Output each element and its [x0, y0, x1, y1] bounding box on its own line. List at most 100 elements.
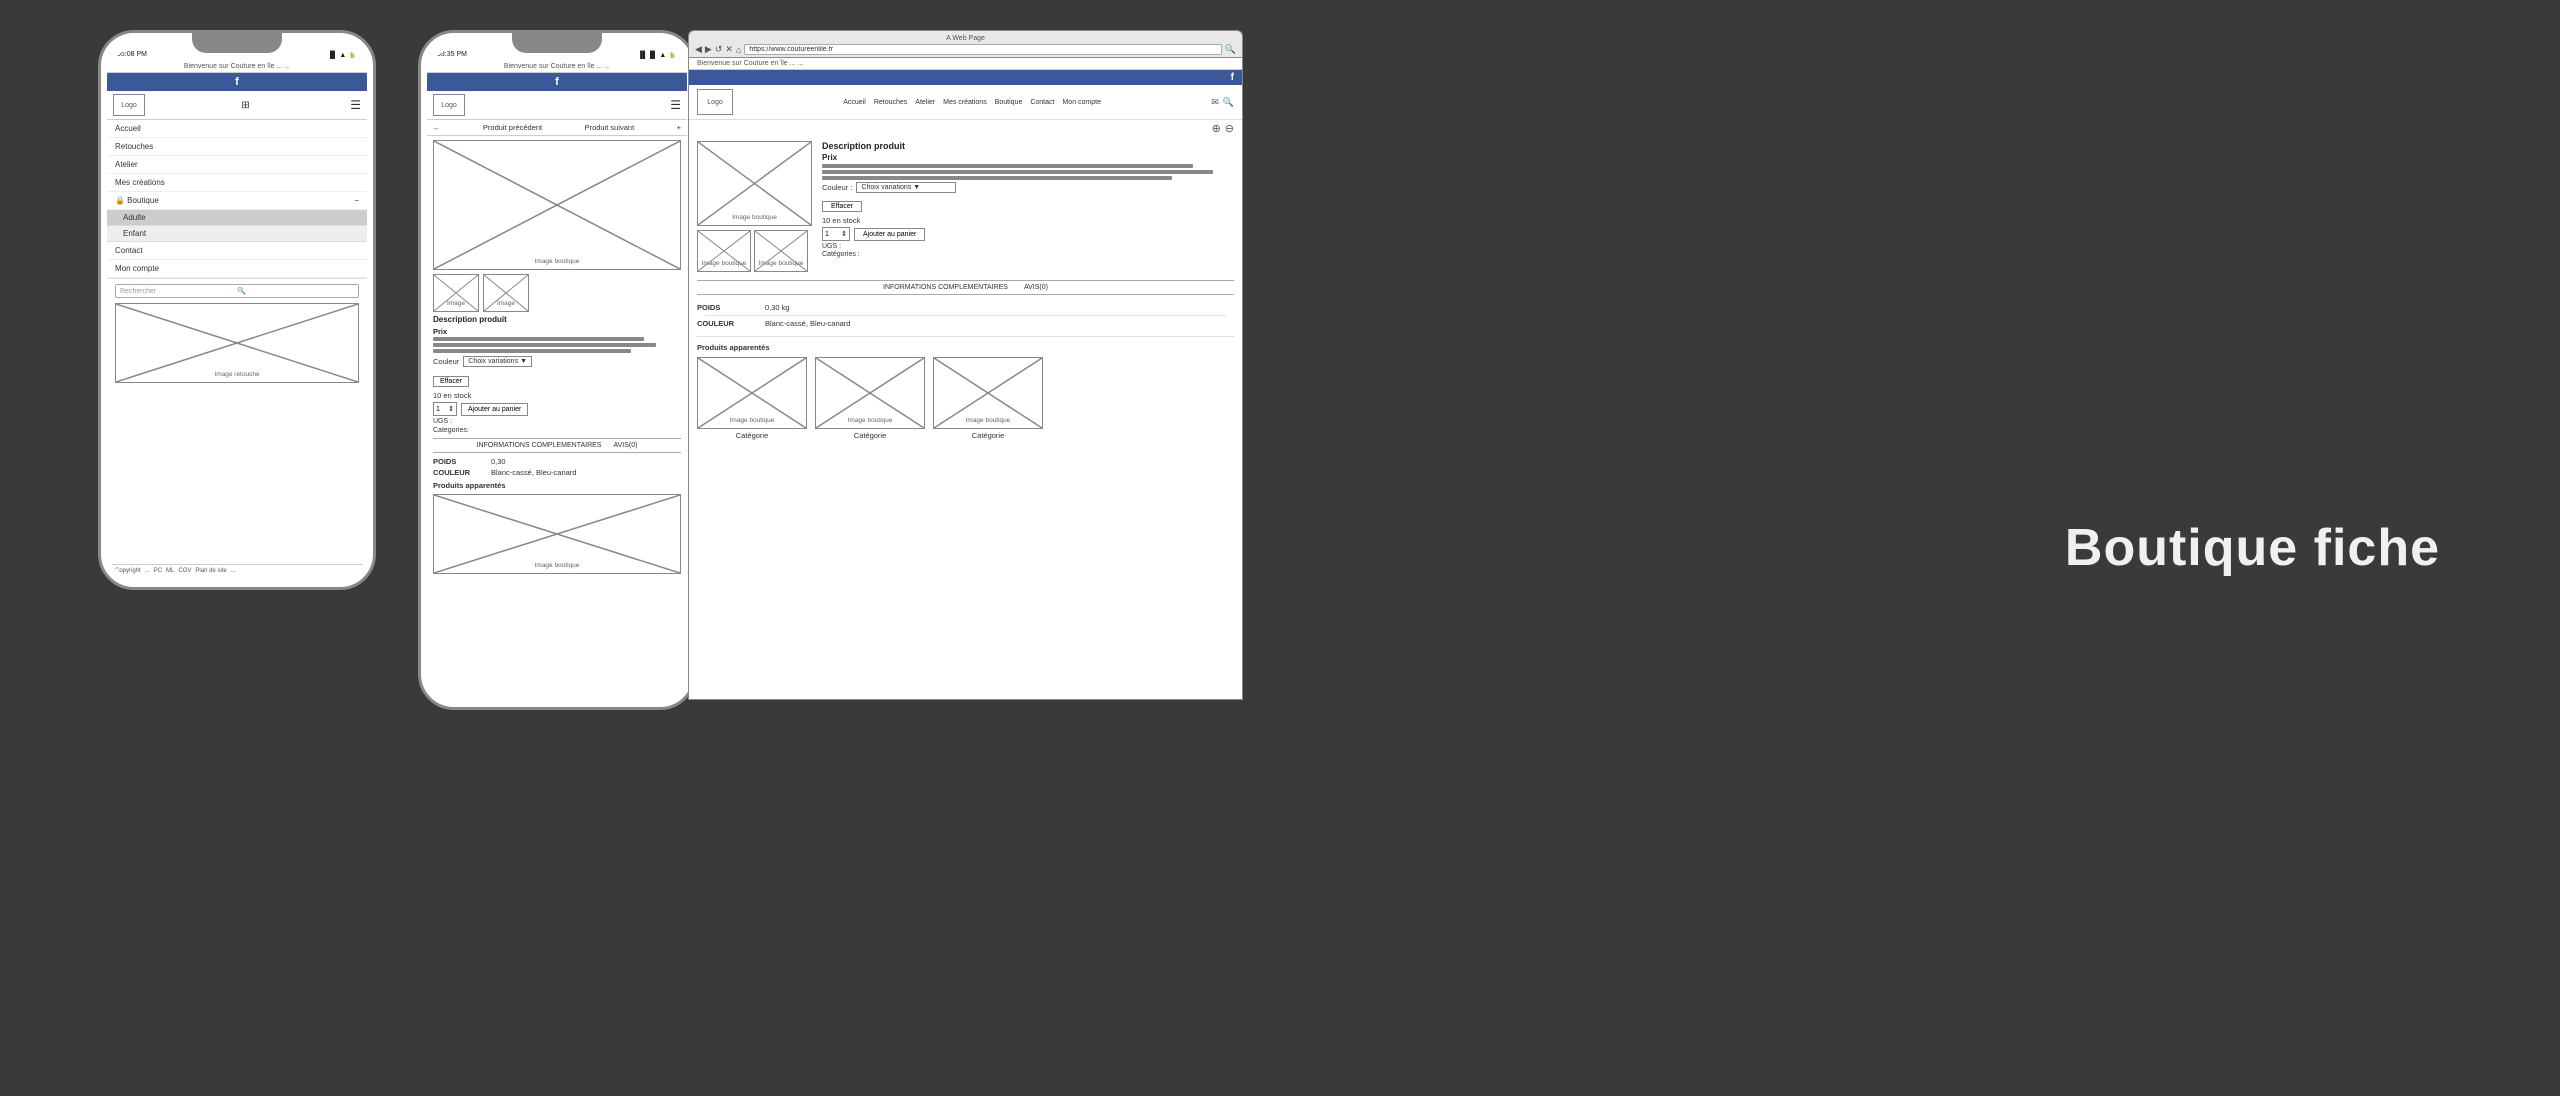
browser-poids-value: 0,30 kg — [765, 303, 790, 312]
phone2-categories: Categories: — [433, 427, 681, 434]
browser-zoom-out-icon[interactable]: ⊖ — [1225, 122, 1234, 135]
browser-couleur-row2: COULEUR Blanc-cassé, Bleu-canard — [697, 319, 1234, 328]
phone2-couleur-select-text: Choix variations — [468, 358, 518, 365]
phone1-nav-boutique[interactable]: 🔒 Boutique − — [107, 192, 367, 210]
phone2-next-label[interactable]: Produit suivant — [585, 123, 635, 132]
phone2-price-text — [433, 337, 681, 353]
phone2-prev-label[interactable]: Produit précédent — [483, 123, 542, 132]
phone2-fb-icon: f — [555, 76, 559, 88]
phone2-add-cart-btn[interactable]: Ajouter au panier — [461, 403, 528, 416]
browser-stock: 10 en stock — [822, 216, 1234, 225]
browser-reload-btn[interactable]: ↺ — [715, 44, 723, 55]
browser-couleur-select[interactable]: Choix variations ▼ — [856, 182, 956, 193]
phone2-banner: Bienvenue sur Couture en île ... ... — [427, 61, 687, 73]
phone1-footer-cgv[interactable]: CGV — [178, 568, 191, 574]
browser-produit-item2: Image boutique Catégorie — [815, 357, 925, 440]
phone1-retouche-image: Image retouche — [115, 303, 359, 383]
browser-search-icon[interactable]: 🔍 — [1223, 97, 1234, 108]
phone2-fb-bar: f — [427, 73, 687, 91]
phone1-nav-accueil[interactable]: Accueil — [107, 120, 367, 138]
browser-nav-mon-compte[interactable]: Mon compte — [1062, 99, 1101, 106]
phone1-nav-atelier[interactable]: Atelier — [107, 156, 367, 174]
browser-chrome: A Web Page ◀ ▶ ↺ ✕ ⌂ 🔍 — [688, 30, 1243, 58]
browser-qty-spinner: ⇕ — [841, 230, 847, 238]
browser-page-banner-text: Bienvenue sur Couture en île ... ... — [697, 60, 803, 67]
phone2-couleur-value2: Blanc-cassé, Bleu-canard — [491, 468, 576, 477]
phone2-next-icon[interactable]: + — [677, 123, 681, 132]
browser-close-btn[interactable]: ✕ — [725, 44, 733, 55]
browser-produits-title: Produits apparentés — [689, 341, 1242, 354]
browser-back-btn[interactable]: ◀ — [695, 44, 702, 55]
browser-nav-boutique[interactable]: Boutique — [995, 99, 1023, 106]
phone1-banner: Bienvenue sur Couture en île ... ... — [107, 61, 367, 73]
browser-controls: ◀ ▶ ↺ ✕ ⌂ 🔍 — [695, 44, 1236, 55]
phone2-hamburger-icon[interactable]: ☰ — [670, 98, 681, 112]
phone2-notch — [512, 33, 602, 53]
phone2-thumb-row: Image Image — [433, 274, 681, 312]
phone1-nav: Accueil Retouches Atelier Mes créations … — [107, 120, 367, 279]
phone2-ugs: UGS : — [433, 418, 681, 425]
browser-produits-row: Image boutique Catégorie Image boutique … — [689, 354, 1242, 443]
phone2-product-nav: ← Produit précédent Produit suivant + — [427, 120, 687, 136]
browser-add-cart-btn[interactable]: Ajouter au panier — [854, 228, 925, 241]
phone1-nav-mon-compte[interactable]: Mon compte — [107, 260, 367, 278]
browser-poids-row: POIDS 0,30 kg — [697, 303, 1234, 312]
phone1-nav-retouches[interactable]: Retouches — [107, 138, 367, 156]
phone2-thumb1: Image — [433, 274, 479, 312]
browser-page-fb: f — [689, 70, 1242, 85]
phone1-nav-mes-creations[interactable]: Mes créations — [107, 174, 367, 192]
phone1-container: 05:08 PM ▐▌ ▲ 🔋 Bienvenue sur Couture en… — [98, 30, 376, 590]
browser-produit-img3: Image boutique — [933, 357, 1043, 429]
phone2-prev-icon[interactable]: ← — [433, 123, 441, 132]
phone2-qty-box[interactable]: 1 ⇕ — [433, 402, 457, 416]
phone1-nav-contact[interactable]: Contact — [107, 242, 367, 260]
phone2-couleur-label: Couleur — [433, 357, 459, 366]
browser-mail-icon[interactable]: ✉ — [1211, 97, 1219, 108]
phone2-couleur-dropdown-icon: ▼ — [520, 358, 527, 365]
phone2-couleur-row: Couleur Choix variations ▼ — [433, 356, 681, 367]
browser-nav-contact[interactable]: Contact — [1030, 99, 1054, 106]
browser-nav-accueil[interactable]: Accueil — [843, 99, 866, 106]
browser-categories: Catégories : — [822, 251, 1234, 258]
browser-effacer-btn[interactable]: Effacer — [822, 201, 862, 212]
phone2-panier-row: 1 ⇕ Ajouter au panier — [433, 402, 681, 416]
phone2-couleur-select[interactable]: Choix variations ▼ — [463, 356, 532, 367]
phone1-footer-ml[interactable]: ML — [166, 568, 174, 574]
phone1-nav-enfant[interactable]: Enfant — [107, 226, 367, 242]
browser-panier-row: 1 ⇕ Ajouter au panier — [822, 227, 1234, 241]
browser-info-comp-label[interactable]: INFORMATIONS COMPLEMENTAIRES — [883, 284, 1008, 291]
browser-main-img: Image boutique — [697, 141, 812, 226]
browser-couleur-row: Couleur : Choix variations ▼ — [822, 182, 1234, 193]
phone1-fb-icon: f — [235, 76, 239, 88]
browser-nav-mes-creations[interactable]: Mes créations — [943, 99, 987, 106]
browser-url-bar[interactable] — [744, 44, 1221, 55]
browser-categorie3: Catégorie — [972, 431, 1005, 440]
browser-avis-label[interactable]: AVIS(0) — [1024, 284, 1048, 291]
browser-home-btn[interactable]: ⌂ — [736, 45, 741, 55]
browser-qty-box[interactable]: 1 ⇕ — [822, 227, 850, 241]
phone1-status-icons: ▐▌ ▲ 🔋 — [328, 51, 357, 59]
phone2-avis-label[interactable]: AVIS(0) — [613, 442, 637, 449]
browser-nav-retouches[interactable]: Retouches — [874, 99, 907, 106]
phone2-effacer-btn[interactable]: Effacer — [433, 376, 469, 387]
phone2-main-image-cross — [434, 141, 680, 269]
phone1-hamburger-icon[interactable]: ☰ — [350, 98, 361, 112]
browser-divider2 — [697, 336, 1234, 337]
phone1-footer-pc[interactable]: PC — [154, 568, 162, 574]
phone1-search[interactable]: Rechercher 🔍 — [115, 284, 359, 298]
phone2-info-comp-label[interactable]: INFORMATIONS COMPLEMENTAIRES — [477, 442, 602, 449]
browser-forward-btn[interactable]: ▶ — [705, 44, 712, 55]
phone2-poids-label: POIDS — [433, 457, 483, 466]
browser-zoom-in-icon[interactable]: ⊕ — [1212, 122, 1221, 135]
phone2-main-image: Image boutique — [433, 140, 681, 270]
phone1-nav-adulte[interactable]: Adulte — [107, 210, 367, 226]
browser-couleur-label: Couleur : — [822, 183, 852, 192]
phone1-footer: Copyright ... PC ML CGV Plan de site ... — [107, 564, 367, 577]
browser-produit-item1: Image boutique Catégorie — [697, 357, 807, 440]
phone1-grid-icon: ⊞ — [241, 100, 249, 111]
browser-search-btn[interactable]: 🔍 — [1225, 44, 1236, 55]
phone1-footer-plan[interactable]: Plan de site — [195, 568, 226, 574]
browser-nav-atelier[interactable]: Atelier — [915, 99, 935, 106]
phone2-poids-row: POIDS 0,30 — [433, 457, 681, 466]
phone1-nav-submenu: Adulte Enfant — [107, 210, 367, 242]
